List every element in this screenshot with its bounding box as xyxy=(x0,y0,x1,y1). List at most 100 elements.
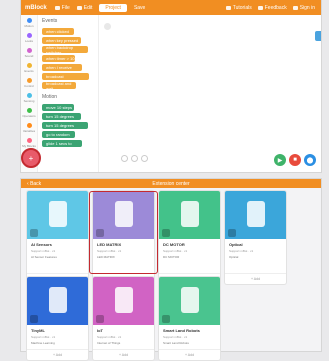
add-extension-link[interactable]: + Add xyxy=(27,349,88,360)
app-logo: mBlock xyxy=(25,4,47,11)
upload-icon: ⬤ xyxy=(306,157,314,164)
event-block[interactable]: broadcast xyxy=(42,73,89,80)
event-block[interactable]: when I receive xyxy=(42,64,82,71)
extension-name: IoT xyxy=(97,328,103,333)
green-flag-button[interactable]: ▶ xyxy=(274,154,286,166)
menu-sign-in[interactable]: Sign in xyxy=(292,5,315,11)
motion-block[interactable]: glide 1 secs to xyxy=(42,140,82,147)
add-extension-link[interactable]: + Add xyxy=(225,273,286,284)
extension-device-icon xyxy=(49,201,67,227)
selected-extension-highlight xyxy=(89,191,158,274)
extension-description: Optical xyxy=(229,255,239,259)
category-dot-icon xyxy=(26,47,32,53)
menu-tutorials[interactable]: Tutorials xyxy=(225,5,252,11)
category-0[interactable]: Motion xyxy=(21,15,37,30)
upload-button[interactable]: ⬤ xyxy=(304,154,316,166)
run-controls: ▶ ■ ⬤ xyxy=(271,154,316,166)
category-6[interactable]: Operators xyxy=(21,105,37,120)
category-label: My Blocks xyxy=(22,143,36,148)
file-icon xyxy=(54,5,60,10)
play-icon: ▶ xyxy=(277,157,283,164)
menu-file[interactable]: File xyxy=(54,5,70,11)
zoom-out-icon[interactable] xyxy=(131,155,138,162)
event-block[interactable]: when timer > 10 xyxy=(42,55,75,62)
zoom-reset-icon[interactable] xyxy=(141,155,148,162)
category-label: Operators xyxy=(22,113,36,118)
extension-artwork xyxy=(159,191,220,239)
extension-center-panel: ‹ Back Extension center AI Sensors Suppor… xyxy=(21,179,321,360)
extension-badge-icon xyxy=(30,315,38,323)
extension-device-icon xyxy=(247,201,265,227)
add-extension-link[interactable]: + Add xyxy=(93,349,154,360)
extension-card[interactable]: IoT Support mBot · v1 Internet of Things + … xyxy=(93,277,154,360)
event-block[interactable]: when key pressed xyxy=(42,37,81,44)
extension-name: Smart Land Robots xyxy=(163,328,200,333)
extension-badge-icon xyxy=(30,229,38,237)
category-label: Events xyxy=(24,68,34,73)
extension-card[interactable]: DC MOTORSupport mBot · v1DC MOTOR+ Add xyxy=(159,191,220,284)
extension-badge-icon xyxy=(96,315,104,323)
palette-title: Events xyxy=(42,18,58,24)
category-dot-icon xyxy=(26,107,32,113)
category-1[interactable]: Looks xyxy=(21,30,37,45)
extension-artwork xyxy=(27,191,88,239)
plus-icon: + xyxy=(28,153,34,163)
extension-device-icon xyxy=(181,287,199,313)
add-extension-button[interactable]: + xyxy=(21,148,41,168)
category-dot-icon xyxy=(26,137,32,143)
block-editor-panel: mBlock File Edit Project Save Tutorials … xyxy=(21,0,321,172)
palette-section-title: Motion xyxy=(42,94,58,100)
extension-description: AI Sensor Features xyxy=(31,255,57,259)
extension-center-header: ‹ Back Extension center xyxy=(21,179,321,188)
extension-device-icon xyxy=(181,201,199,227)
extension-device-icon xyxy=(49,287,67,313)
extension-artwork xyxy=(27,277,88,325)
edit-icon xyxy=(76,5,82,10)
category-dot-icon xyxy=(26,32,32,38)
zoom-controls xyxy=(121,155,151,162)
category-label: Control xyxy=(24,83,34,88)
top-menu-bar: mBlock File Edit Project Save Tutorials … xyxy=(21,0,321,15)
menu-edit[interactable]: Edit xyxy=(76,5,92,11)
category-3[interactable]: Events xyxy=(21,60,37,75)
stop-icon: ■ xyxy=(293,157,297,163)
side-panel-tab[interactable] xyxy=(315,31,321,41)
script-canvas[interactable]: ▶ ■ ⬤ xyxy=(99,15,321,172)
sprite-thumbnail[interactable] xyxy=(104,23,111,30)
extension-card[interactable]: Smart Land Robots Support mBot · v1 Smart … xyxy=(159,277,220,360)
event-block[interactable]: broadcast and wait xyxy=(42,81,76,91)
category-dot-icon xyxy=(26,92,32,98)
menu-feedback[interactable]: Feedback xyxy=(257,5,287,11)
motion-block[interactable]: move 10 steps xyxy=(42,104,74,111)
motion-block[interactable]: go to random xyxy=(42,131,75,138)
tutorial-icon xyxy=(225,5,231,10)
extension-card[interactable]: TinyML Support mBot · v1 Machine Learning +… xyxy=(27,277,88,360)
event-block[interactable]: when clicked xyxy=(42,28,74,35)
extension-card[interactable]: Optical Support mBot · v1 Optical + Add xyxy=(225,191,286,284)
extension-description: Internet of Things xyxy=(97,341,121,345)
zoom-in-icon[interactable] xyxy=(121,155,128,162)
category-dot-icon xyxy=(26,77,32,83)
extension-description: DC MOTOR xyxy=(163,255,180,259)
extension-card[interactable]: AI Sensors Support mBot · v1 AI Sensor Fea… xyxy=(27,191,88,284)
add-extension-link[interactable]: + Add xyxy=(159,349,220,360)
stop-button[interactable]: ■ xyxy=(289,154,301,166)
motion-block[interactable]: turn 15 degrees xyxy=(42,113,81,120)
category-4[interactable]: Control xyxy=(21,75,37,90)
extension-artwork xyxy=(159,277,220,325)
extension-name: Optical xyxy=(229,242,243,247)
category-5[interactable]: Sensing xyxy=(21,90,37,105)
category-7[interactable]: Variables xyxy=(21,120,37,135)
category-label: Sound xyxy=(24,53,34,58)
category-dot-icon xyxy=(26,17,32,23)
extension-badge-icon xyxy=(162,315,170,323)
event-block[interactable]: when backdrop switches xyxy=(42,45,88,55)
extension-device-icon xyxy=(115,287,133,313)
extension-name: AI Sensors xyxy=(31,242,52,247)
extension-center-title: Extension center xyxy=(152,180,190,187)
menu-save[interactable]: Save xyxy=(134,5,145,11)
project-title-tab[interactable]: Project xyxy=(99,3,127,12)
category-label: Motion xyxy=(24,23,34,28)
category-2[interactable]: Sound xyxy=(21,45,37,60)
motion-block[interactable]: turn 15 degrees xyxy=(42,122,88,129)
